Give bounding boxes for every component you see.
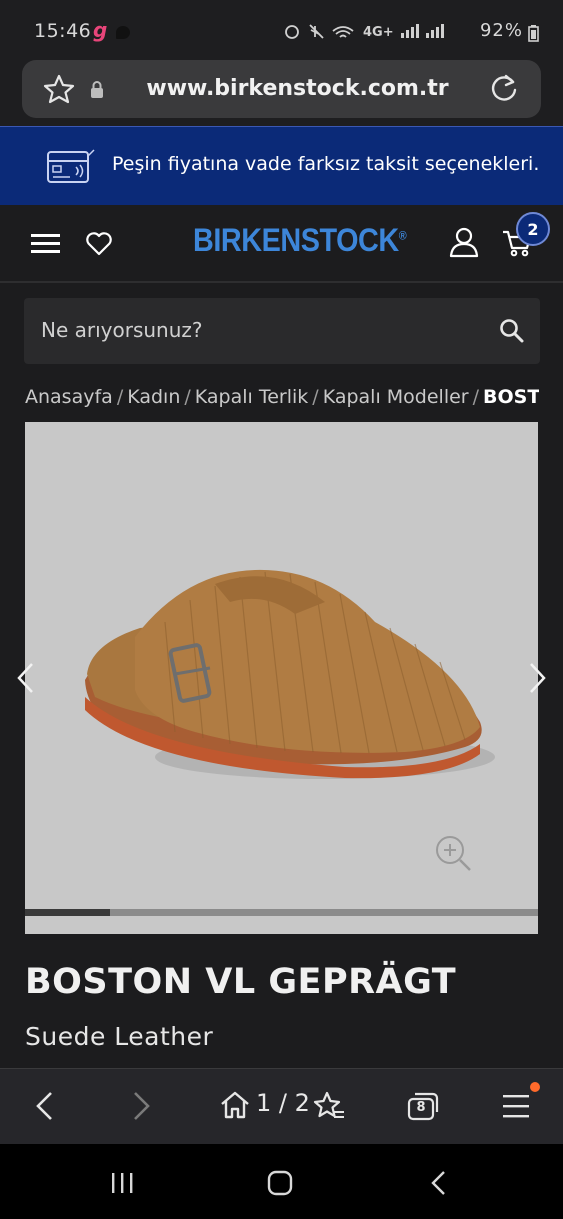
heart-icon[interactable]	[85, 231, 113, 257]
system-back-icon[interactable]	[429, 1170, 447, 1196]
zoom-in-icon[interactable]	[433, 833, 473, 873]
search-icon[interactable]	[499, 318, 525, 344]
home-icon[interactable]	[219, 1090, 251, 1120]
browser-menu-icon[interactable]	[503, 1093, 531, 1119]
breadcrumb-current: BOSTON VL GEPRÄGT	[483, 386, 539, 408]
birkenstock-logo[interactable]: BIRKENSTOCK®	[193, 222, 407, 259]
tab-count: 8	[416, 1100, 426, 1115]
signal-icon	[401, 24, 444, 38]
status-icons: 4G+	[283, 21, 473, 41]
promo-text: Peşin fiyatına vade farksız taksit seçen…	[112, 153, 540, 175]
battery-icon	[527, 24, 539, 42]
url-text[interactable]: www.birkenstock.com.tr	[140, 76, 455, 101]
product-material: Suede Leather	[25, 1022, 214, 1051]
breadcrumb-item[interactable]: Kapalı Modeller	[323, 386, 469, 408]
status-time: 15:46	[34, 20, 92, 42]
hamburger-menu-icon[interactable]	[31, 233, 61, 255]
svg-text:4G+: 4G+	[363, 25, 394, 40]
menu-notification-dot	[530, 1082, 540, 1092]
reload-icon[interactable]	[488, 73, 520, 105]
back-icon[interactable]	[34, 1090, 54, 1122]
search-placeholder: Ne arıyorsunuz?	[41, 318, 203, 342]
bookmark-star-icon[interactable]	[43, 74, 75, 104]
breadcrumb: Anasayfa / Kadın / Kapalı Terlik / Kapalı Mode…	[25, 386, 539, 408]
battery-percent: 92%	[479, 20, 523, 41]
gallery-progress-fill	[25, 909, 110, 916]
status-bar: 15:46 g 4G+ 92%	[0, 0, 563, 52]
gallery-prev-icon[interactable]	[14, 660, 36, 696]
gallery-next-icon[interactable]	[527, 660, 549, 696]
breadcrumb-item[interactable]: Anasayfa	[25, 386, 113, 408]
home-button-icon[interactable]	[267, 1170, 293, 1196]
cart-count-badge: 2	[516, 212, 550, 246]
forward-icon[interactable]	[132, 1090, 152, 1122]
credit-card-icon	[46, 146, 96, 186]
product-title: BOSTON VL GEPRÄGT	[25, 962, 457, 1002]
recent-apps-icon[interactable]	[110, 1171, 136, 1195]
page-indicator: 1 / 2	[256, 1089, 310, 1117]
lock-icon	[89, 80, 105, 100]
mute-icon	[309, 24, 324, 39]
bookmarks-icon[interactable]	[312, 1090, 346, 1122]
breadcrumb-item[interactable]: Kapalı Terlik	[195, 386, 309, 408]
user-account-icon[interactable]	[449, 226, 479, 258]
wifi-icon	[332, 26, 354, 38]
alarm-icon	[285, 25, 299, 39]
app-notification-icon: g	[93, 18, 108, 42]
chat-notification-icon	[116, 26, 130, 39]
breadcrumb-item[interactable]: Kadın	[127, 386, 180, 408]
